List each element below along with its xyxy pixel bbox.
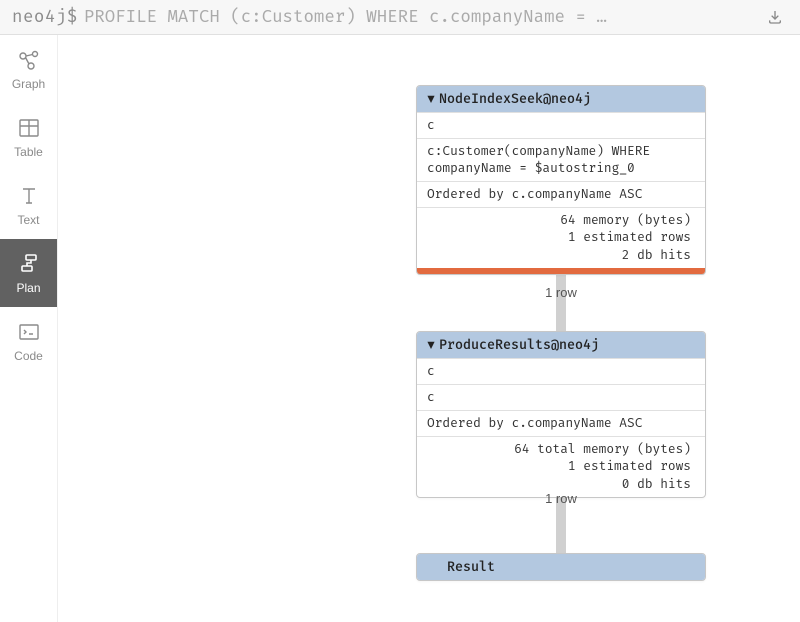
sidebar-item-plan[interactable]: Plan bbox=[0, 239, 57, 307]
plan-node-result[interactable]: Result bbox=[416, 553, 706, 581]
prompt-label: neo4j$ bbox=[12, 7, 78, 28]
plan-node-produceresults[interactable]: ▼ ProduceResults@neo4j c c Ordered by c.… bbox=[416, 331, 706, 498]
plan-node-vars: c bbox=[417, 112, 705, 138]
plan-node-header[interactable]: ▼ NodeIndexSeek@neo4j bbox=[417, 86, 705, 112]
text-icon bbox=[16, 183, 42, 209]
triangle-down-icon: ▼ bbox=[427, 91, 435, 107]
plan-node-order: Ordered by c.companyName ASC bbox=[417, 181, 705, 207]
plan-node-stats: 64 memory (bytes) 1 estimated rows 2 db … bbox=[417, 207, 705, 269]
download-icon[interactable] bbox=[762, 9, 788, 25]
plan-node-title: ProduceResults@neo4j bbox=[439, 337, 599, 353]
stat-totalmem: 64 total memory (bytes) bbox=[431, 441, 691, 459]
plan-node-vars: c bbox=[417, 358, 705, 384]
sidebar: Graph Table Text bbox=[0, 35, 58, 622]
stat-memory: 64 memory (bytes) bbox=[431, 212, 691, 230]
sidebar-item-graph[interactable]: Graph bbox=[0, 35, 57, 103]
plan-node-header[interactable]: ▼ ProduceResults@neo4j bbox=[417, 332, 705, 358]
plan-node-title: Result bbox=[447, 559, 495, 575]
sidebar-item-text[interactable]: Text bbox=[0, 171, 57, 239]
sidebar-item-label: Text bbox=[17, 213, 39, 227]
graph-icon bbox=[16, 47, 42, 73]
triangle-down-icon: ▼ bbox=[427, 337, 435, 353]
plan-node-dbhits-bar bbox=[417, 268, 705, 274]
query-text: PROFILE MATCH (c:Customer) WHERE c.compa… bbox=[84, 7, 756, 28]
plan-node-header: Result bbox=[417, 554, 705, 580]
plan-rows-label: 1 row bbox=[531, 285, 591, 300]
plan-node-stats: 64 total memory (bytes) 1 estimated rows… bbox=[417, 436, 705, 498]
plan-canvas[interactable]: ▼ NodeIndexSeek@neo4j c c:Customer(compa… bbox=[58, 35, 800, 622]
sidebar-item-label: Plan bbox=[16, 281, 40, 295]
plan-icon bbox=[16, 251, 42, 277]
plan-node-title: NodeIndexSeek@neo4j bbox=[439, 91, 591, 107]
sidebar-item-label: Code bbox=[14, 349, 43, 363]
sidebar-item-table[interactable]: Table bbox=[0, 103, 57, 171]
sidebar-item-label: Graph bbox=[12, 77, 45, 91]
plan-node-order: Ordered by c.companyName ASC bbox=[417, 410, 705, 436]
plan-node-vars: c bbox=[417, 384, 705, 410]
query-bar[interactable]: neo4j$ PROFILE MATCH (c:Customer) WHERE … bbox=[0, 0, 800, 35]
sidebar-item-code[interactable]: Code bbox=[0, 307, 57, 375]
plan-rows-label: 1 row bbox=[531, 491, 591, 506]
sidebar-item-label: Table bbox=[14, 145, 43, 159]
stat-dbhits: 2 db hits bbox=[431, 247, 691, 265]
stat-estrows: 1 estimated rows bbox=[431, 458, 691, 476]
plan-node-detail: c:Customer(companyName) WHERE companyNam… bbox=[417, 138, 705, 181]
stat-estrows: 1 estimated rows bbox=[431, 229, 691, 247]
code-icon bbox=[16, 319, 42, 345]
table-icon bbox=[16, 115, 42, 141]
plan-connector bbox=[556, 271, 566, 333]
plan-node-indexseek[interactable]: ▼ NodeIndexSeek@neo4j c c:Customer(compa… bbox=[416, 85, 706, 275]
